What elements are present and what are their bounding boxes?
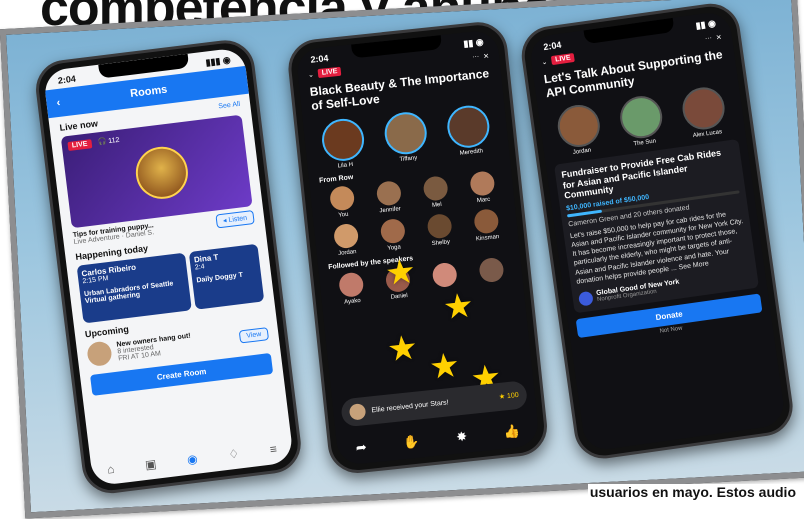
menu-icon[interactable]: ≡ [269,442,278,457]
audience-grid: You Jennifer Mel Marc Jordan Yoga Shelby… [318,169,510,258]
speaker[interactable]: Alex Lucas [680,84,729,139]
status-time: 2:04 [57,73,77,86]
today-card[interactable]: Dina T 2:4 Daily Doggy T [189,243,265,310]
star-icon: ★ [441,286,476,328]
live-badge: LIVE [67,139,92,152]
listen-button[interactable]: ◂ Listen [215,209,255,229]
like-icon[interactable]: 👍 [503,423,521,441]
org-logo [577,290,594,307]
room-actions: ➦ ✋ ✸ 👍 [337,421,540,458]
view-button[interactable]: View [238,326,270,344]
star-icon: ★ [383,252,418,294]
toast-text: Ellie received your Stars! [371,398,449,414]
speaker[interactable]: Meredith [445,103,493,157]
speaker[interactable]: The Sun [617,93,666,148]
speaker[interactable]: Jordan [554,102,604,157]
tab-bar: ⌂ ▣ ◉ ♢ ≡ [91,440,293,479]
stars-icon[interactable]: ✸ [455,429,468,446]
bell-icon[interactable]: ♢ [228,447,240,462]
audience-member[interactable] [467,256,515,293]
close-icon[interactable]: ✕ [483,52,490,61]
host-avatar [132,143,191,202]
audience-member[interactable]: Yoga [369,217,417,254]
signal-icon: ▮▮ ◉ [462,36,485,49]
live-room-card[interactable]: LIVE 🎧 112 [60,114,253,229]
see-all-link[interactable]: See All [218,101,241,114]
raise-hand-icon[interactable]: ✋ [403,434,421,452]
star-icon: ★ [385,328,420,370]
audience-member[interactable]: Mel [411,174,459,211]
watch-icon[interactable]: ▣ [144,457,157,472]
toast-count: ★ 100 [498,391,520,401]
rooms-screen: 2:04 ▮▮▮ ◉ ‹ Rooms Live now See All LIVE… [42,46,295,487]
status-time: 2:04 [309,52,329,65]
chevron-down-icon[interactable]: ⌄ [308,70,315,79]
more-icon[interactable]: ··· [472,53,480,61]
close-icon[interactable]: ✕ [715,33,723,42]
listener-count: 🎧 112 [97,136,120,147]
upcoming-avatar [86,340,113,368]
more-icon[interactable]: ··· [705,35,713,43]
phone-live-room: 2:04 ▮▮ ◉ ⌄ LIVE ··· ✕ Black Beauty & Th… [285,19,550,476]
audience-member[interactable]: Jennifer [365,179,413,216]
status-time: 2:04 [542,39,563,53]
audience-member[interactable]: You [318,184,366,221]
audience-member[interactable]: Marc [458,169,506,206]
home-icon[interactable]: ⌂ [106,462,115,477]
speaker[interactable]: Lila H [319,116,367,171]
audience-member[interactable]: Ayako [327,270,375,307]
share-icon[interactable]: ➦ [355,439,368,456]
live-now-label: Live now [59,118,99,133]
article-photo: 2:04 ▮▮▮ ◉ ‹ Rooms Live now See All LIVE… [0,0,804,519]
toast-avatar [348,403,367,421]
audience-member[interactable]: Kinsman [462,207,510,244]
star-icon: ★ [427,345,462,387]
fundraiser-card: Fundraiser to Provide Free Cab Rides for… [553,138,759,314]
live-badge: LIVE [550,52,576,66]
speaker[interactable]: Tiffany [382,109,430,164]
signal-icon: ▮▮ ◉ [695,17,717,31]
chevron-down-icon[interactable]: ⌄ [541,57,548,66]
rooms-icon[interactable]: ◉ [186,452,198,467]
live-room-screen: 2:04 ▮▮ ◉ ⌄ LIVE ··· ✕ Black Beauty & Th… [295,29,541,467]
today-card[interactable]: Carlos Ribeiro 2:15 PM Urban Labradors o… [76,252,193,324]
live-badge: LIVE [317,66,342,79]
audience-member[interactable]: Jordan [322,222,370,259]
article-caption: usuarios en mayo. Estos audio [587,484,798,500]
audience-member[interactable]: Shelby [415,212,463,249]
signal-icon: ▮▮▮ ◉ [204,54,232,68]
